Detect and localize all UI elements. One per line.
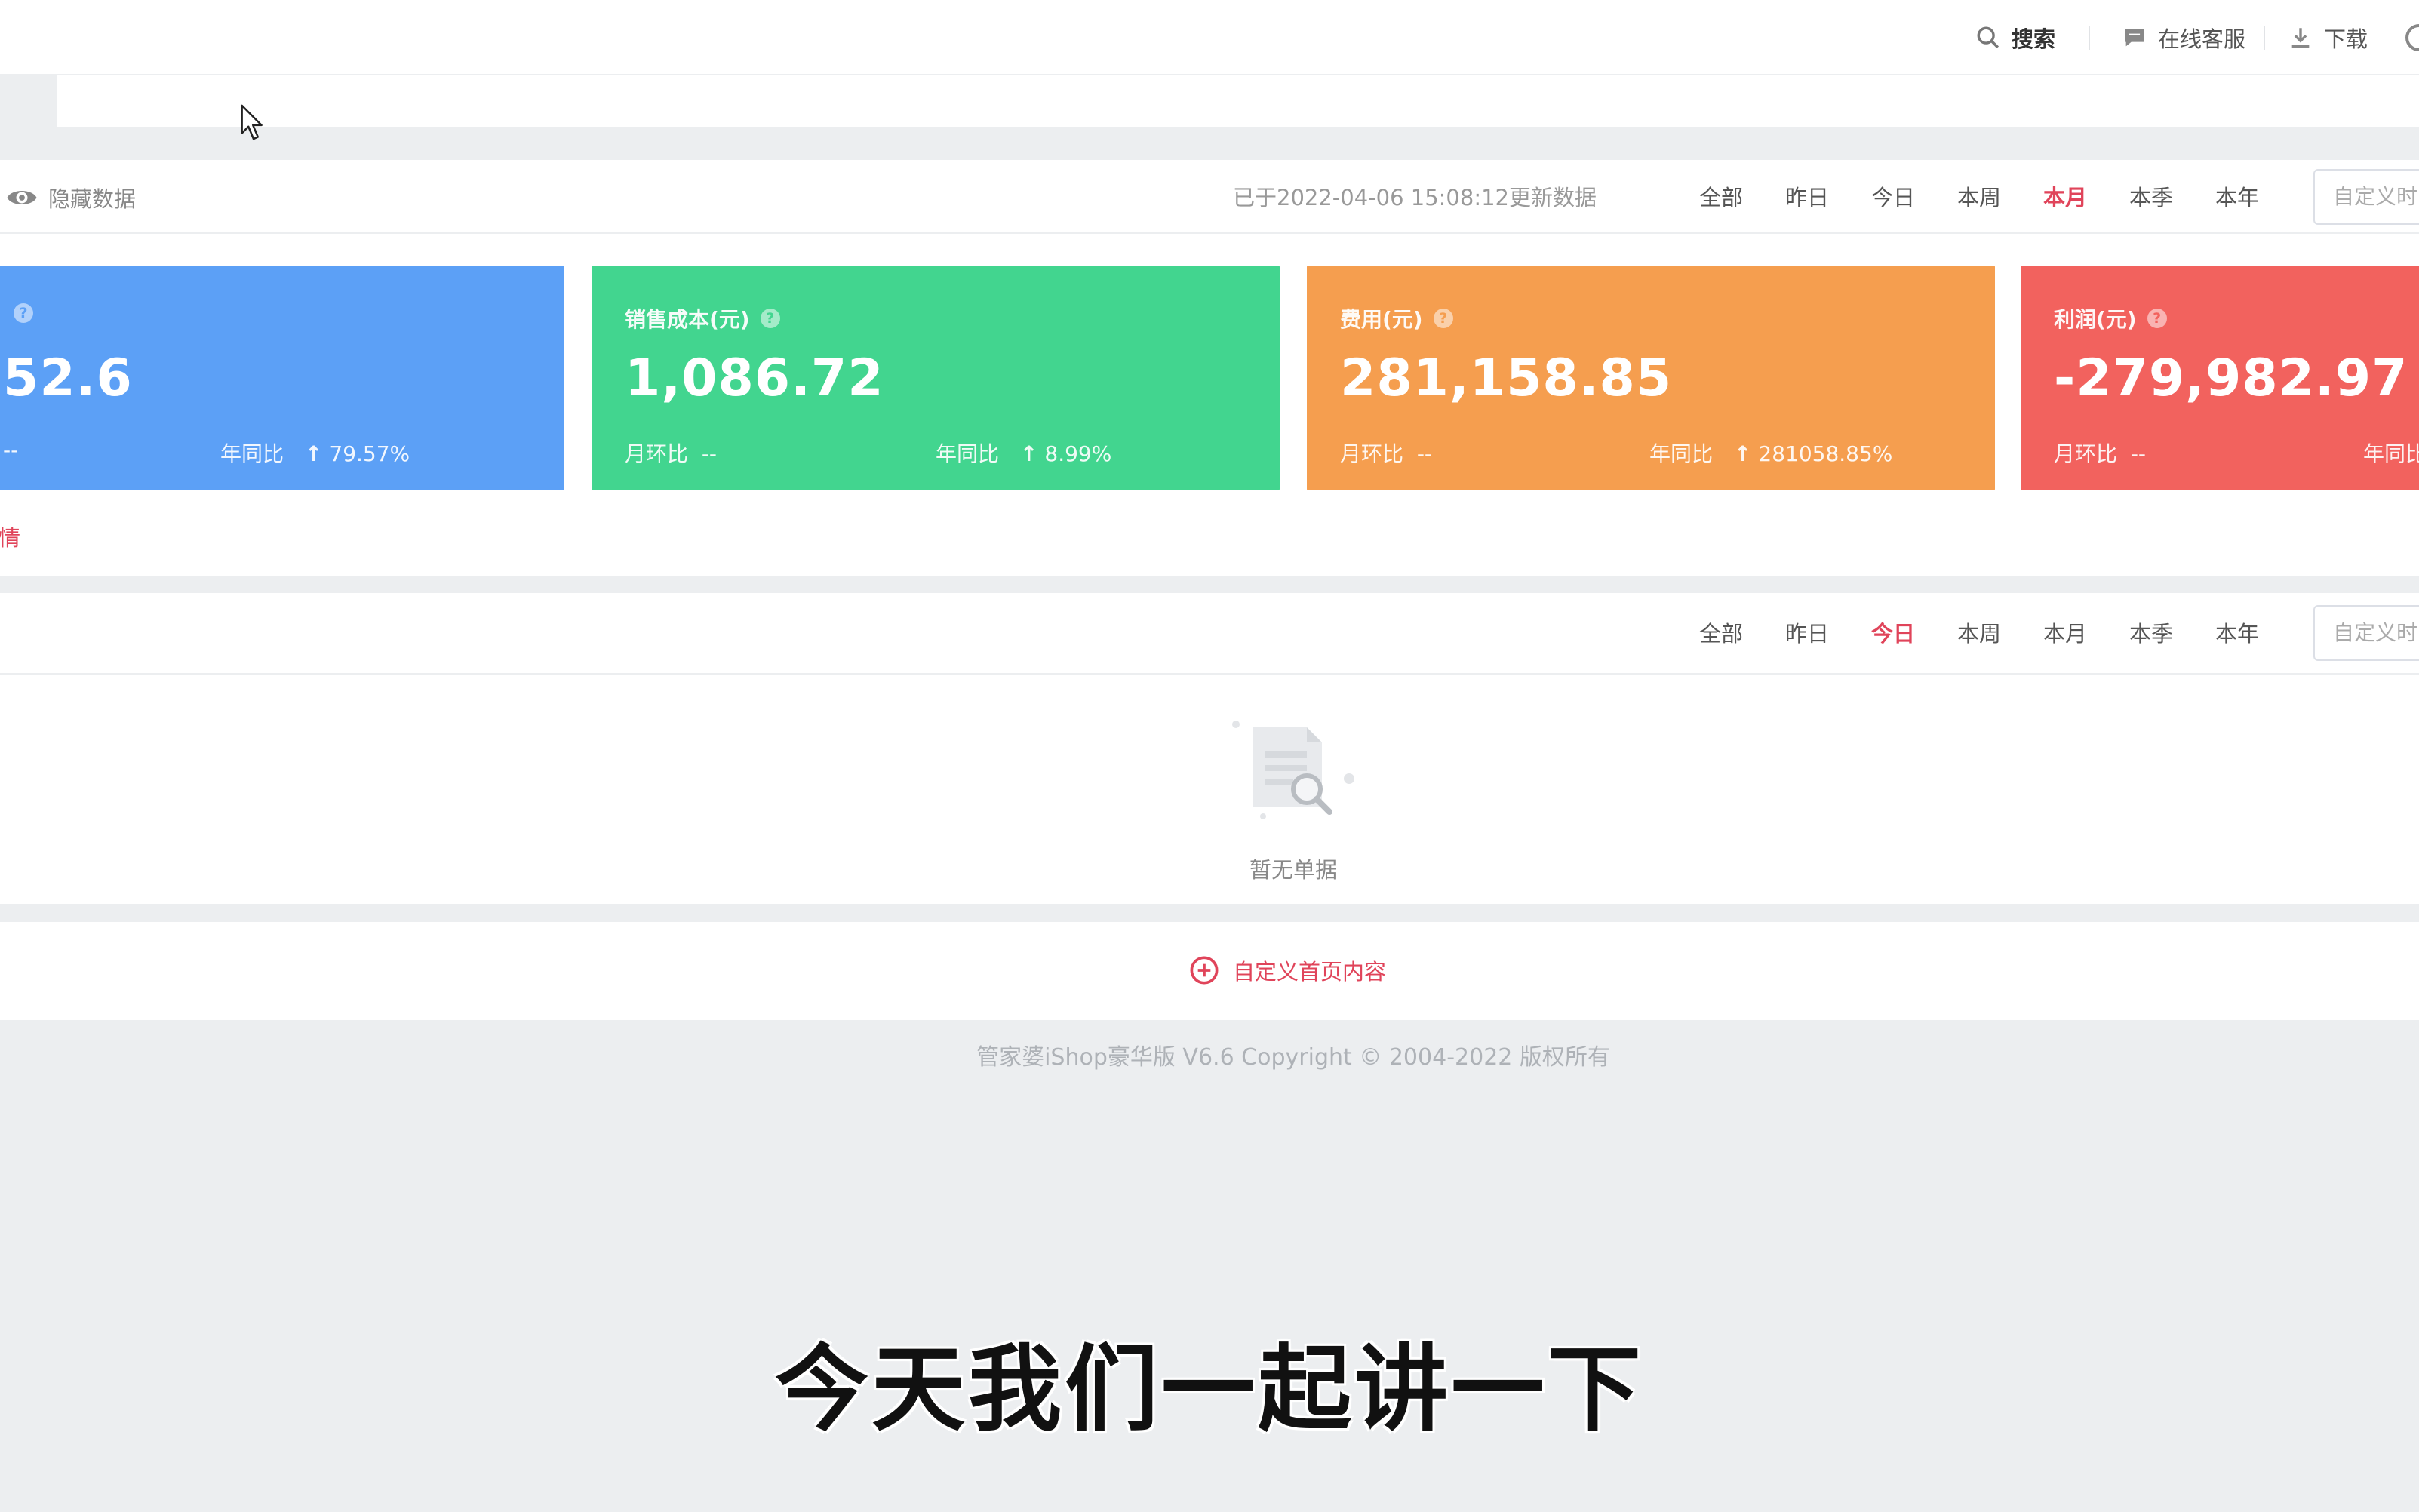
- filter-today[interactable]: 今日: [1856, 183, 1942, 213]
- online-service-button[interactable]: 在线客服: [2122, 23, 2245, 53]
- tab-strip-gap: [0, 75, 57, 127]
- card-yoy: 年同比 ↑ 79.57%: [220, 438, 410, 468]
- card-yoy-value: 8.99%: [1044, 441, 1112, 466]
- filter-yesterday[interactable]: 昨日: [1770, 619, 1856, 649]
- card-title-text: 费用(元): [1340, 307, 1423, 332]
- card-value: -279,982.97: [2054, 349, 2408, 408]
- copyright-text: 管家婆iShop豪华版 V6.6 Copyright © 2004-2022 版…: [976, 1044, 1610, 1071]
- card-mom-label: 月环比: [1340, 441, 1404, 466]
- empty-document-icon: [1232, 721, 1354, 819]
- card-title: ?: [3, 303, 33, 323]
- empty-state-text: 暂无单据: [1249, 857, 1337, 883]
- card-mom-value: --: [1416, 441, 1433, 466]
- custom-home-panel: 自定义首页内容: [0, 922, 2419, 1020]
- card-value: 52.6: [3, 349, 133, 408]
- search-button[interactable]: 搜索: [1975, 23, 2055, 53]
- download-label: 下载: [2324, 26, 2368, 52]
- card-yoy-label: 年同比: [220, 441, 284, 466]
- overview-panel-header: 隐藏数据 已于2022-04-06 15:08:12更新数据 全部 昨日 今日 …: [0, 160, 2419, 234]
- card-mom-label: 月环比: [625, 441, 689, 466]
- divider: [2264, 26, 2265, 50]
- custom-home-button[interactable]: 自定义首页内容: [1189, 954, 1386, 987]
- top-bar: 搜索 在线客服 下载: [0, 0, 2419, 75]
- card-mom-value: --: [701, 441, 718, 466]
- card-yoy-label: 年同比: [1649, 441, 1714, 466]
- kpi-card-profit[interactable]: 利润(元) ? -279,982.97 月环比 -- 年同比: [2021, 266, 2419, 490]
- card-title: 销售成本(元) ?: [625, 303, 780, 333]
- filter-this-week[interactable]: 本周: [1942, 183, 2028, 213]
- card-yoy: 年同比 ↑ 8.99%: [936, 438, 1111, 468]
- card-yoy-label: 年同比: [936, 441, 1000, 466]
- card-title-text: 销售成本(元): [625, 307, 750, 332]
- card-value: 281,158.85: [1340, 349, 1673, 408]
- mouse-cursor-icon: [241, 104, 263, 140]
- custom-date-input[interactable]: 自定义时: [2313, 169, 2419, 225]
- filter-all[interactable]: 全部: [1684, 183, 1770, 213]
- arrow-up-icon: ↑: [1020, 441, 1038, 466]
- card-mom: --: [3, 438, 18, 463]
- search-icon: [1977, 26, 1999, 49]
- documents-panel: 全部 昨日 今日 本周 本月 本季 本年 自定义时 暂无单据: [0, 593, 2419, 904]
- card-mom: 月环比 --: [2054, 438, 2146, 468]
- custom-home-label: 自定义首页内容: [1233, 959, 1387, 985]
- download-button[interactable]: 下载: [2288, 23, 2368, 53]
- filter-this-year[interactable]: 本年: [2200, 183, 2286, 213]
- documents-panel-header: 全部 昨日 今日 本周 本月 本季 本年 自定义时: [0, 593, 2419, 675]
- card-title: 利润(元) ?: [2054, 303, 2167, 333]
- period-filter-group: 全部 昨日 今日 本周 本月 本季 本年: [1684, 619, 2286, 649]
- card-mom: 月环比 --: [1340, 438, 1432, 468]
- card-yoy: 年同比: [2363, 438, 2419, 468]
- kpi-card-sales[interactable]: ? 52.6 -- 年同比 ↑ 79.57%: [0, 266, 564, 490]
- hide-data-toggle[interactable]: 隐藏数据: [6, 183, 136, 213]
- arrow-up-icon: ↑: [1734, 441, 1752, 466]
- filter-this-quarter[interactable]: 本季: [2114, 183, 2200, 213]
- filter-today[interactable]: 今日: [1856, 619, 1942, 649]
- filter-this-year[interactable]: 本年: [2200, 619, 2286, 649]
- kpi-card-cost[interactable]: 销售成本(元) ? 1,086.72 月环比 -- 年同比 ↑ 8.99%: [592, 266, 1280, 490]
- help-icon[interactable]: [2405, 24, 2419, 51]
- eye-icon: [7, 191, 37, 204]
- filter-this-month[interactable]: 本月: [2028, 619, 2114, 649]
- card-value: 1,086.72: [625, 349, 884, 408]
- card-yoy-label: 年同比: [2363, 441, 2419, 466]
- card-title: 费用(元) ?: [1340, 303, 1453, 333]
- plus-circle-icon: [1190, 956, 1219, 985]
- help-icon[interactable]: ?: [760, 309, 780, 328]
- download-icon: [2291, 28, 2310, 48]
- overview-panel: 隐藏数据 已于2022-04-06 15:08:12更新数据 全部 昨日 今日 …: [0, 160, 2419, 576]
- card-mom-label: 月环比: [2054, 441, 2118, 466]
- help-icon[interactable]: ?: [14, 303, 33, 323]
- tab-strip: [0, 75, 2419, 127]
- last-updated-text: 已于2022-04-06 15:08:12更新数据: [1233, 185, 1597, 211]
- filter-this-week[interactable]: 本周: [1942, 619, 2028, 649]
- hide-data-label: 隐藏数据: [48, 186, 137, 212]
- custom-date-input[interactable]: 自定义时: [2313, 605, 2419, 661]
- card-mom: 月环比 --: [625, 438, 717, 468]
- filter-all[interactable]: 全部: [1684, 619, 1770, 649]
- video-subtitle: 今天我们一起讲一下: [774, 1335, 1644, 1444]
- arrow-up-icon: ↑: [305, 441, 323, 466]
- card-yoy-value: 281058.85%: [1758, 441, 1893, 466]
- details-link[interactable]: 情: [0, 521, 20, 552]
- chat-icon: [2125, 29, 2144, 47]
- card-yoy-value: 79.57%: [329, 441, 410, 466]
- help-icon[interactable]: ?: [1433, 309, 1453, 328]
- search-label: 搜索: [2012, 26, 2056, 52]
- filter-this-month[interactable]: 本月: [2028, 183, 2114, 213]
- card-mom-value: --: [2130, 441, 2147, 466]
- card-title-text: 利润(元): [2054, 307, 2137, 332]
- filter-yesterday[interactable]: 昨日: [1770, 183, 1856, 213]
- help-icon[interactable]: ?: [2147, 309, 2167, 328]
- online-service-label: 在线客服: [2158, 26, 2246, 52]
- divider: [2089, 26, 2090, 50]
- period-filter-group: 全部 昨日 今日 本周 本月 本季 本年: [1684, 183, 2286, 213]
- kpi-card-expense[interactable]: 费用(元) ? 281,158.85 月环比 -- 年同比 ↑ 281058.85…: [1307, 266, 1995, 490]
- card-mom-value: --: [3, 438, 19, 463]
- filter-this-quarter[interactable]: 本季: [2114, 619, 2200, 649]
- card-yoy: 年同比 ↑ 281058.85%: [1649, 438, 1892, 468]
